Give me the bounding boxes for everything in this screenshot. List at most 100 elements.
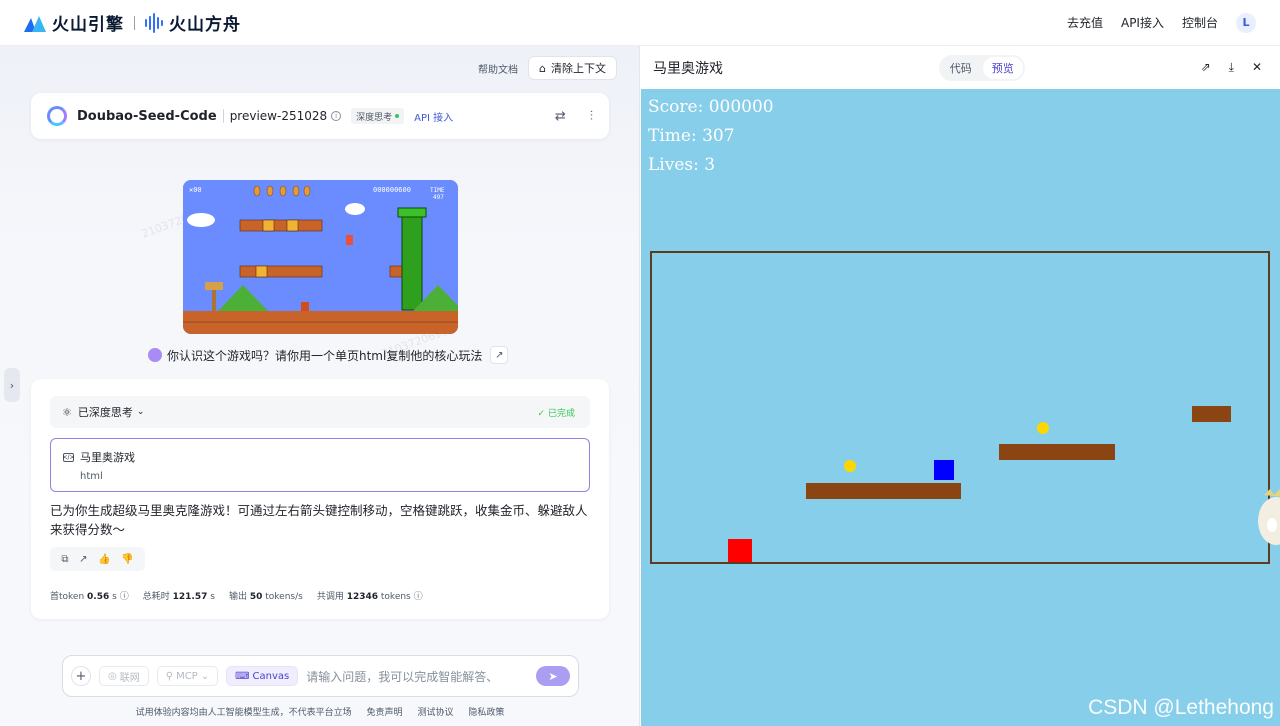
- model-tools: ⇄ ⫶: [555, 109, 593, 124]
- assistant-answer-card: ⚛ 已深度思考 ⌄ ✓ 已完成 </> 马里奥游戏 html 已为你生成超级马里奥克…: [31, 379, 609, 619]
- console-link[interactable]: 控制台: [1182, 14, 1218, 31]
- chevron-down-icon: ⌄: [136, 407, 145, 417]
- avatar[interactable]: L: [1236, 12, 1256, 33]
- deep-think-toggle[interactable]: ⚛ 已深度思考 ⌄ ✓ 已完成: [50, 396, 590, 428]
- volcengine-logo[interactable]: 火山引擎 火山方舟: [24, 10, 241, 35]
- message-actions: ⧉ ↗ 👍 👎: [50, 547, 145, 571]
- stat-total-time: 总耗时 121.57 s: [142, 592, 215, 602]
- artifact-type: html: [80, 471, 103, 482]
- help-docs-link[interactable]: 帮助文档: [478, 61, 518, 76]
- chevron-right-icon: ›: [9, 378, 15, 392]
- time-readout: Time: 307: [648, 126, 735, 146]
- thumb-score: 000000600: [373, 186, 411, 194]
- user-message-icon: [148, 348, 162, 362]
- deep-think-badge[interactable]: 深度思考: [351, 108, 405, 124]
- artifact-card[interactable]: </> 马里奥游戏 html: [50, 438, 590, 492]
- doubao-logo-icon: [47, 106, 67, 126]
- preview-title: 马里奥游戏: [653, 60, 723, 77]
- tab-code[interactable]: 代码: [941, 57, 981, 79]
- score-readout: Score: 000000: [648, 97, 774, 117]
- info-icon[interactable]: i: [331, 111, 342, 121]
- footer-disclaimer: 试用体验内容均由人工智能模型生成，不代表平台立场: [135, 708, 352, 718]
- model-card: Doubao-Seed-Code preview-251028 i 深度思考 A…: [31, 93, 609, 139]
- web-search-toggle[interactable]: ◎ 联网: [99, 666, 149, 686]
- web-search-label: 联网: [119, 672, 140, 684]
- preview-panel: 马里奥游戏 代码 预览 ⇗ ⤓ ✕ Score: 000000 Time: 30…: [641, 46, 1280, 726]
- help-row: 帮助文档 ⌂ 清除上下文: [478, 56, 617, 80]
- prompt-input[interactable]: 请输入问题，我可以完成智能解答、: [306, 668, 528, 685]
- share-icon[interactable]: ↗: [490, 346, 509, 364]
- coin: [844, 460, 856, 472]
- send-icon: ➤: [548, 669, 558, 683]
- clear-context-label: 清除上下文: [551, 62, 606, 75]
- deep-think-label: 深度思考: [356, 112, 393, 123]
- view-switch: 代码 预览: [938, 54, 1025, 81]
- info-icon[interactable]: ⓘ: [120, 592, 129, 602]
- test-agreement-link[interactable]: 测试协议: [417, 708, 453, 718]
- swap-icon[interactable]: ⇄: [555, 109, 566, 124]
- code-icon: </>: [62, 452, 75, 462]
- answer-text: 已为你生成超级马里奥克隆游戏！可通过左右箭头键控制移动，空格键跳跃，收集金币、躲…: [50, 503, 588, 537]
- api-access-link[interactable]: API 接入: [414, 109, 453, 124]
- completed-status: ✓ 已完成: [537, 406, 578, 419]
- tab-preview[interactable]: 预览: [982, 56, 1023, 79]
- brand-ark: 火山方舟: [169, 15, 241, 35]
- close-icon[interactable]: ✕: [1252, 60, 1262, 75]
- footer: 试用体验内容均由人工智能模型生成，不代表平台立场 免责声明 测试协议 隐私政策: [0, 705, 639, 718]
- generation-stats: 首token 0.56 s ⓘ 总耗时 121.57 s 输出 50 token…: [50, 589, 423, 602]
- broom-icon: ⌂: [539, 61, 546, 75]
- send-button[interactable]: ➤: [536, 666, 570, 686]
- enemy: [934, 460, 954, 480]
- coin: [1037, 422, 1049, 434]
- thumb-lives: ✕00: [189, 186, 202, 194]
- mascot-avatar[interactable]: [1252, 487, 1280, 549]
- disclaimer-link[interactable]: 免责声明: [367, 708, 403, 718]
- thumb-time-label: TIME: [430, 187, 445, 194]
- download-icon[interactable]: ⤓: [1229, 60, 1234, 75]
- share-icon[interactable]: ↗: [79, 554, 87, 565]
- chat-input-bar: + ◎ 联网 ⚲ MCP ⌄ ⌨ Canvas 请输入问题，我可以完成智能解答、 ➤: [62, 655, 579, 697]
- thumbs-up-icon[interactable]: 👍: [98, 554, 110, 565]
- api-access-link[interactable]: API接入: [1121, 14, 1164, 31]
- globe-icon: ◎: [108, 670, 117, 682]
- clear-context-button[interactable]: ⌂ 清除上下文: [528, 56, 617, 80]
- thumbs-down-icon[interactable]: 👎: [121, 554, 133, 565]
- status-dot-icon: [395, 114, 400, 118]
- artifact-title: 马里奥游戏: [80, 451, 135, 464]
- canvas-toggle[interactable]: ⌨ Canvas: [226, 666, 299, 686]
- mcp-dropdown[interactable]: ⚲ MCP ⌄: [156, 666, 219, 686]
- preview-tools: ⇗ ⤓ ✕: [1201, 60, 1262, 75]
- volcano-icon: [24, 14, 46, 32]
- info-icon[interactable]: ⓘ: [414, 592, 423, 602]
- user-message-text: 你认识这个游戏吗？请你用一个单页html复制他的核心玩法: [167, 348, 483, 363]
- platform: [1192, 406, 1231, 422]
- sidebar-expand-button[interactable]: ›: [4, 368, 20, 402]
- settings-sliders-icon[interactable]: ⫶: [590, 109, 593, 124]
- plug-icon: ⚲: [165, 670, 174, 682]
- deep-think-status: 已深度思考: [77, 406, 133, 419]
- copy-icon[interactable]: ⧉: [61, 554, 68, 565]
- lives-readout: Lives: 3: [648, 155, 716, 175]
- atom-icon: ⚛: [62, 405, 72, 419]
- top-nav: 去充值 API接入 控制台 L: [1067, 12, 1256, 33]
- check-icon: ✓: [537, 408, 545, 419]
- preview-header: 马里奥游戏 代码 预览 ⇗ ⤓ ✕: [641, 46, 1280, 89]
- game-canvas[interactable]: Score: 000000 Time: 307 Lives: 3 CSDN @L…: [641, 89, 1280, 726]
- game-stage: [650, 251, 1270, 564]
- stat-output-speed: 输出 50 tokens/s: [228, 592, 303, 602]
- uploaded-game-image[interactable]: ✕00 000000600 TIME 497: [183, 180, 458, 334]
- ark-icon: [145, 12, 163, 34]
- add-attachment-button[interactable]: +: [71, 666, 91, 686]
- stat-first-token: 首token 0.56 s ⓘ: [50, 592, 129, 602]
- model-name: Doubao-Seed-Code: [77, 108, 217, 124]
- share-icon[interactable]: ⇗: [1201, 60, 1211, 75]
- chevron-down-icon: ⌄: [200, 670, 210, 682]
- platform: [806, 483, 961, 499]
- brand-volcengine: 火山引擎: [52, 15, 124, 35]
- thumb-time-value: 497: [433, 194, 444, 201]
- recharge-link[interactable]: 去充值: [1067, 14, 1103, 31]
- platform: [999, 444, 1115, 460]
- stat-total-tokens: 共调用 12346 tokens ⓘ: [316, 592, 423, 602]
- top-bar: 火山引擎 火山方舟 去充值 API接入 控制台 L: [0, 0, 1280, 46]
- privacy-policy-link[interactable]: 隐私政策: [468, 708, 504, 718]
